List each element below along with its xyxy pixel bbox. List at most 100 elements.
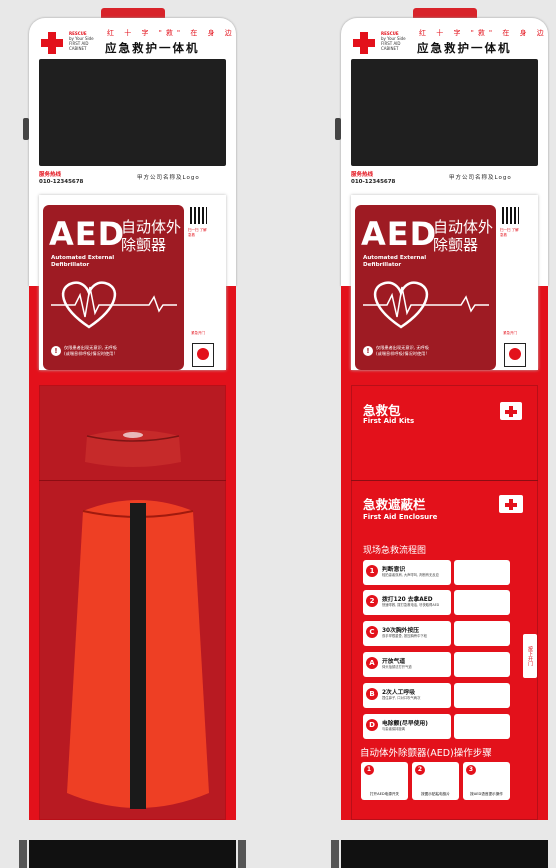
base-plinth <box>341 840 548 868</box>
step-badge: 1 <box>366 565 378 577</box>
first-aid-kit-bag[interactable] <box>81 426 185 472</box>
step-badge: B <box>366 688 378 700</box>
machine-title: 应急救护一体机 <box>105 41 200 55</box>
push-label: 紧急开门 <box>503 331 517 335</box>
base-foot <box>19 840 27 868</box>
aed-en-label: Automated External Defibrillator <box>363 255 427 268</box>
base-plinth <box>29 840 236 868</box>
cabinet-base <box>331 840 548 868</box>
flow-step: 1 判断意识 轻拍患者双肩, 大声呼叫, 判断有无反应 <box>363 560 451 585</box>
hotline-label: 服务热线 <box>39 172 62 178</box>
qr-code-icon <box>190 207 207 224</box>
flow-step: A 开放气道 仰头抬颏法打开气道 <box>363 652 451 677</box>
step-title: 拨打120 去拿AED <box>382 597 433 603</box>
op-number: 3 <box>466 765 476 775</box>
kit-en-title: First Aid Kits <box>363 417 415 425</box>
step-desc: 捏住鼻子, 口对口吹气两次 <box>382 696 421 700</box>
aed-cn-label: 自动体外除颤器 <box>121 218 182 254</box>
step-title: 电除颤(尽早使用) <box>382 721 428 727</box>
aed-op-step: 3 按AED语音提示操作 <box>463 762 510 800</box>
qr-caption: 扫一扫 了解急救 <box>188 228 207 237</box>
step-desc: 轻拍患者双肩, 大声呼叫, 判断有无反应 <box>382 573 439 577</box>
hotline-number: 010-12345678 <box>351 179 396 185</box>
medical-kit-icon <box>499 495 523 513</box>
emergency-push-button[interactable] <box>192 343 214 367</box>
red-cross-logo <box>353 32 375 54</box>
step-illustration <box>454 590 510 615</box>
aed-panel: AED Automated External Defibrillator 自动体… <box>43 205 184 370</box>
step-illustration <box>454 621 510 646</box>
flow-step: C 30次胸外按压 双手掌根重叠, 按压胸骨中下段 <box>363 621 451 646</box>
red-cross-logo <box>41 32 63 54</box>
aed-cn-label: 自动体外除颤器 <box>433 218 494 254</box>
op-number: 2 <box>415 765 425 775</box>
step-illustration <box>454 714 510 739</box>
machine-title: 应急救护一体机 <box>417 41 512 55</box>
base-foot <box>331 840 339 868</box>
open-door-tag[interactable]: 按下开门 <box>523 634 537 678</box>
display-screen[interactable] <box>39 59 226 166</box>
step-illustration <box>454 652 510 677</box>
step-badge: A <box>366 657 378 669</box>
base-foot <box>238 840 246 868</box>
step-illustration <box>454 683 510 708</box>
step-badge: D <box>366 719 378 731</box>
shelf-divider <box>39 480 226 481</box>
cabinet-left: RESCUE by Your Side FIRST AID CABINET 红 … <box>19 8 246 868</box>
cabinet-right: RESCUE by Your Side FIRST AID CABINET 红 … <box>331 8 548 868</box>
op-text: 打开AED电源开关 <box>369 792 400 796</box>
display-screen[interactable] <box>351 59 538 166</box>
step-title: 30次胸外按压 <box>382 628 420 634</box>
flow-step: 2 拨打120 去拿AED 快速呼救, 拨打急救电话, 尽快取得AED <box>363 590 451 615</box>
flow-step: D 电除颤(尽早使用) 与患者保持距离 <box>363 714 451 739</box>
aed-op-step: 1 打开AED电源开关 <box>361 762 408 800</box>
step-title: 判断意识 <box>382 567 406 573</box>
flow-step: B 2次人工呼吸 捏住鼻子, 口对口吹气两次 <box>363 683 451 708</box>
step-desc: 与患者保持距离 <box>382 727 406 731</box>
op-text: 按AED语音提示操作 <box>470 792 503 796</box>
step-title: 2次人工呼吸 <box>382 690 416 696</box>
aed-op-step: 2 按图示贴粘电极片 <box>412 762 459 800</box>
slogan: 红 十 字 "救" 在 身 边 <box>107 29 236 37</box>
heartbeat-icon <box>363 281 489 329</box>
step-title: 开放气道 <box>382 659 406 665</box>
emergency-push-button[interactable] <box>504 343 526 367</box>
enclosure-en-title: First Aid Enclosure <box>363 513 438 521</box>
qr-code-icon <box>502 207 519 224</box>
cabinet-base <box>19 840 246 868</box>
aed-warning: 仅限患者出现无意识, 无呼吸 (或喘息样呼吸)情况时使用! <box>376 345 429 356</box>
first-aid-icon <box>500 402 522 420</box>
enclosure-bag[interactable] <box>63 493 213 818</box>
aed-label: AED <box>361 215 438 253</box>
aed-warning: 仅限患者出现无意识, 无呼吸 (或喘息样呼吸)情况时使用! <box>64 345 117 356</box>
company-logo-text: 甲方公司名称及Logo <box>449 175 512 181</box>
hotline-label: 服务热线 <box>351 172 374 178</box>
step-badge: C <box>366 626 378 638</box>
step-desc: 仰头抬颏法打开气道 <box>382 665 412 669</box>
logo-text: RESCUE by Your Side FIRST AID CABINET <box>381 31 406 51</box>
push-label: 紧急开门 <box>191 331 205 335</box>
step-illustration <box>454 560 510 585</box>
aed-panel: AED Automated External Defibrillator 自动体… <box>355 205 496 370</box>
logo-text: RESCUE by Your Side FIRST AID CABINET <box>69 31 94 51</box>
aed-ops-title: 自动体外除颤器(AED)操作步骤 <box>360 748 492 759</box>
heartbeat-icon <box>51 281 177 329</box>
aed-en-label: Automated External Defibrillator <box>51 255 115 268</box>
op-text: 按图示贴粘电极片 <box>421 792 450 796</box>
aed-label: AED <box>49 215 126 253</box>
enclosure-title: 急救遮蔽栏 <box>363 497 426 512</box>
shelf-divider <box>351 480 538 481</box>
door-handle[interactable] <box>23 118 29 140</box>
push-icon <box>197 348 209 360</box>
hotline-number: 010-12345678 <box>39 179 84 185</box>
flow-title: 现场急救流程图 <box>363 546 427 556</box>
slogan: 红 十 字 "救" 在 身 边 <box>419 29 548 37</box>
qr-caption: 扫一扫 了解急救 <box>500 228 519 237</box>
push-icon <box>509 348 521 360</box>
step-desc: 双手掌根重叠, 按压胸骨中下段 <box>382 634 427 638</box>
company-logo-text: 甲方公司名称及Logo <box>137 175 200 181</box>
op-number: 1 <box>364 765 374 775</box>
step-badge: 2 <box>366 595 378 607</box>
step-desc: 快速呼救, 拨打急救电话, 尽快取得AED <box>382 603 440 607</box>
door-handle[interactable] <box>335 118 341 140</box>
